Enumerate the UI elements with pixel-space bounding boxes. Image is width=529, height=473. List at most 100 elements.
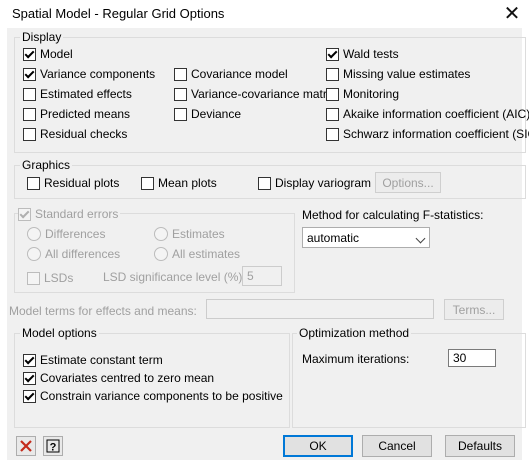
checkbox-constrain-variance-label: Constrain variance components to be posi… [40,389,283,403]
defaults-button[interactable]: Defaults [445,435,515,457]
red-x-icon [20,440,32,452]
model-terms-input[interactable] [206,299,434,319]
fstat-method-select[interactable]: automatic [302,227,430,248]
clear-button[interactable] [16,436,36,456]
checkbox-display-variogram-box[interactable] [258,176,271,190]
checkbox-lsds-box[interactable] [27,271,40,285]
checkbox-mean-plots[interactable]: Mean plots [141,176,217,190]
checkbox-deviance-box[interactable] [174,107,187,121]
help-button[interactable]: ? [43,436,63,456]
checkbox-sic[interactable]: Schwarz information coefficient (SIC) [326,127,529,141]
checkbox-variance-covariance-matrix-box[interactable] [174,87,187,101]
radio-all-differences-button[interactable] [27,247,41,261]
chevron-down-icon [415,233,426,244]
checkbox-residual-checks-box[interactable] [23,127,36,141]
checkbox-variance-components-label: Variance components [40,67,156,81]
checkbox-mean-plots-label: Mean plots [158,176,217,190]
radio-differences[interactable]: Differences [27,227,105,241]
graphics-group-title: Graphics [20,158,73,172]
checkbox-variance-components-box[interactable] [23,67,36,81]
checkbox-wald-tests-box[interactable] [326,47,339,61]
checkbox-aic-label: Akaike information coefficient (AIC) [343,107,529,121]
checkbox-variance-covariance-matrix-label: Variance-covariance matrix [191,87,336,101]
ok-button[interactable]: OK [283,435,353,457]
checkbox-predicted-means[interactable]: Predicted means [23,107,130,121]
max-iterations-label: Maximum iterations: [302,352,410,366]
checkbox-display-variogram-label: Display variogram [275,176,372,190]
checkbox-residual-plots[interactable]: Residual plots [27,176,119,190]
checkbox-covariance-model[interactable]: Covariance model [174,67,288,81]
cancel-button[interactable]: Cancel [362,435,432,457]
checkbox-estimate-constant-label: Estimate constant term [40,353,163,367]
checkbox-covariance-model-box[interactable] [174,67,187,81]
checkbox-monitoring[interactable]: Monitoring [326,87,399,101]
checkbox-estimated-effects-label: Estimated effects [40,87,132,101]
checkbox-variance-covariance-matrix[interactable]: Variance-covariance matrix [174,87,336,101]
checkbox-estimate-constant-box[interactable] [23,353,36,367]
model-terms-label: Model terms for effects and means: [9,304,197,318]
checkbox-estimated-effects-box[interactable] [23,87,36,101]
checkbox-estimated-effects[interactable]: Estimated effects [23,87,132,101]
radio-all-estimates-label: All estimates [172,247,241,261]
radio-estimates[interactable]: Estimates [154,227,225,241]
fstat-method-value: automatic [307,231,360,245]
checkbox-mean-plots-box[interactable] [141,176,154,190]
optimization-group [292,333,526,428]
terms-button[interactable]: Terms... [444,299,504,320]
checkbox-residual-checks[interactable]: Residual checks [23,127,127,141]
checkbox-model-box[interactable] [23,47,36,61]
checkbox-residual-plots-box[interactable] [27,176,40,190]
checkbox-constrain-variance[interactable]: Constrain variance components to be posi… [23,389,283,403]
checkbox-sic-label: Schwarz information coefficient (SIC) [343,127,529,141]
checkbox-monitoring-label: Monitoring [343,87,400,101]
help-icon: ? [46,439,60,454]
close-icon[interactable]: ✕ [498,2,526,26]
radio-all-differences[interactable]: All differences [27,247,120,261]
svg-text:?: ? [50,442,57,454]
optimization-title: Optimization method [297,326,412,340]
checkbox-predicted-means-label: Predicted means [40,107,131,121]
checkbox-standard-errors-box[interactable] [18,207,31,221]
title-bar: Spatial Model - Regular Grid Options ✕ [0,0,529,28]
checkbox-residual-plots-label: Residual plots [44,176,120,190]
checkbox-sic-box[interactable] [326,127,339,141]
display-group-title: Display [20,30,64,44]
radio-all-estimates[interactable]: All estimates [154,247,240,261]
radio-all-estimates-button[interactable] [154,247,168,261]
checkbox-missing-value-estimates[interactable]: Missing value estimates [326,67,470,81]
model-options-title: Model options [20,326,99,340]
max-iterations-input[interactable]: 30 [448,349,496,367]
checkbox-lsds[interactable]: LSDs [27,271,73,285]
radio-all-differences-label: All differences [45,247,121,261]
radio-estimates-button[interactable] [154,227,168,241]
checkbox-wald-tests-label: Wald tests [343,47,399,61]
radio-differences-label: Differences [45,227,106,241]
checkbox-constrain-variance-box[interactable] [23,389,36,403]
checkbox-lsds-label: LSDs [44,271,74,285]
checkbox-covariates-centred-box[interactable] [23,371,36,385]
checkbox-aic[interactable]: Akaike information coefficient (AIC) [326,107,529,121]
checkbox-variance-components[interactable]: Variance components [23,67,155,81]
graphics-options-button[interactable]: Options... [375,172,441,193]
checkbox-monitoring-box[interactable] [326,87,339,101]
checkbox-estimate-constant[interactable]: Estimate constant term [23,353,163,367]
checkbox-covariance-model-label: Covariance model [191,67,288,81]
checkbox-deviance[interactable]: Deviance [174,107,241,121]
window-title: Spatial Model - Regular Grid Options [12,6,225,21]
checkbox-covariates-centred[interactable]: Covariates centred to zero mean [23,371,214,385]
checkbox-standard-errors-label: Standard errors [35,207,119,221]
checkbox-residual-checks-label: Residual checks [40,127,128,141]
radio-differences-button[interactable] [27,227,41,241]
checkbox-display-variogram[interactable]: Display variogram [258,176,371,190]
checkbox-wald-tests[interactable]: Wald tests [326,47,399,61]
checkbox-covariates-centred-label: Covariates centred to zero mean [40,371,215,385]
checkbox-model[interactable]: Model [23,47,73,61]
lsd-level-input[interactable]: 5 [242,266,282,286]
radio-estimates-label: Estimates [172,227,225,241]
checkbox-missing-value-estimates-box[interactable] [326,67,339,81]
checkbox-standard-errors[interactable]: Standard errors [18,207,121,221]
checkbox-predicted-means-box[interactable] [23,107,36,121]
checkbox-missing-value-estimates-label: Missing value estimates [343,67,471,81]
checkbox-deviance-label: Deviance [191,107,242,121]
checkbox-aic-box[interactable] [326,107,339,121]
